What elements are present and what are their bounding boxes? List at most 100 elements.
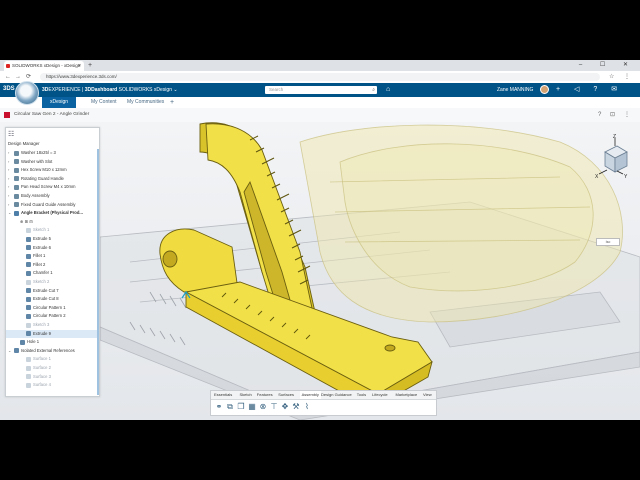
tree-row[interactable]: Chamfer 1	[6, 269, 99, 277]
tree-row[interactable]: Surface 1	[6, 355, 99, 363]
measure-icon[interactable]: ⌇	[303, 402, 311, 411]
tree-row[interactable]: › Rotating Guard Handle	[6, 175, 99, 183]
tree-row-label: Circular Pattern 1	[33, 304, 66, 310]
tab-my-content[interactable]: My Content	[91, 97, 117, 108]
brand-app[interactable]: SOLIDWORKS xDesign ⌄	[117, 87, 178, 93]
tree-row[interactable]: Extrude 9	[6, 329, 99, 338]
tree-row-label: Surface 1	[33, 356, 51, 362]
browser-tab[interactable]: SOLIDWORKS xDesign - xDesign ×	[4, 61, 84, 71]
user-name[interactable]: Zane MANNING	[497, 83, 533, 97]
toolbar-tab-marketplace[interactable]: Marketplace	[395, 391, 417, 399]
compass-icon[interactable]	[15, 81, 39, 105]
menu-icon[interactable]: ⋮	[624, 110, 630, 120]
tree-row-label: Washer with Slot	[21, 158, 53, 164]
search-input[interactable]: Search ⌕	[265, 86, 377, 94]
close-tab-icon[interactable]: ×	[78, 61, 81, 71]
feature-icon	[14, 210, 19, 216]
tree-row[interactable]: ⊕ ⊞ ⊟	[6, 218, 99, 226]
move-icon[interactable]: ✥	[281, 402, 289, 411]
tree-row-label: Sketch 1	[33, 227, 50, 233]
tree-row[interactable]: Sketch 3	[6, 321, 99, 329]
tree-row[interactable]: › Body Assembly	[6, 192, 99, 200]
design-manager-icon[interactable]: ☷	[8, 130, 14, 138]
toolbar-tab-essentials[interactable]: Essentials	[214, 391, 232, 399]
tree-row[interactable]: Fillet 2	[6, 261, 99, 269]
tree-row[interactable]: Hole 1	[6, 338, 99, 346]
tree-row[interactable]: Surface 3	[6, 373, 99, 381]
feature-icon	[14, 348, 19, 354]
chevron-right-icon[interactable]: ›	[8, 183, 9, 191]
feature-icon	[26, 253, 31, 259]
toolbar-tab-lifecycle[interactable]: Lifecycle	[372, 391, 388, 399]
tree-row[interactable]: Extrude 5	[6, 235, 99, 243]
chevron-right-icon[interactable]: ›	[8, 175, 9, 183]
chevron-down-icon[interactable]: ⌄	[8, 347, 11, 355]
feature-icon	[26, 270, 31, 276]
chevron-down-icon[interactable]: ⌄	[8, 209, 11, 217]
toolbar-tab-surfaces[interactable]: Surfaces	[278, 391, 294, 399]
tree-scrollbar[interactable]	[97, 149, 99, 395]
fix-icon[interactable]: ⊤	[270, 402, 278, 411]
view-cube[interactable]: X Y Z	[593, 134, 633, 184]
chevron-right-icon[interactable]: ›	[8, 166, 9, 174]
tree-row[interactable]: › Pan Head Screw M4 x 10mm	[6, 183, 99, 191]
link-icon[interactable]: ⚭	[215, 402, 223, 411]
insert-icon[interactable]: ⧉	[226, 402, 234, 411]
tree-row[interactable]: › Washer 18x25l = 3	[6, 149, 99, 157]
tree-row[interactable]: › Fixed Guard Guide Assembly	[6, 201, 99, 209]
chevron-right-icon[interactable]: ›	[8, 149, 9, 157]
explode-icon[interactable]: ⚒	[292, 402, 300, 411]
toolbar-tab-design-guidance[interactable]: Design Guidance	[321, 391, 352, 399]
mate-icon[interactable]: ⊗	[259, 402, 267, 411]
tab-xdesign[interactable]: xDesign	[42, 97, 77, 108]
tree-row[interactable]: Fillet 1	[6, 252, 99, 260]
toolbar-tab-view[interactable]: View	[423, 391, 432, 399]
tree-row[interactable]: Extrude Cut 7	[6, 287, 99, 295]
app-icon	[4, 112, 10, 118]
tree-row[interactable]: › Hex Screw M10 x 12mm	[6, 166, 99, 174]
toolbar-tab-sketch[interactable]: Sketch	[240, 391, 252, 399]
tree-row[interactable]: Sketch 1	[6, 226, 99, 234]
toolbar-tab-tools[interactable]: Tools	[357, 391, 366, 399]
tree-row[interactable]: Extrude 6	[6, 244, 99, 252]
toolbar-tab-features[interactable]: Features	[257, 391, 273, 399]
tree-row[interactable]: › Washer with Slot	[6, 158, 99, 166]
tree-row[interactable]: ⌄ Isolated External References	[6, 347, 99, 355]
search-icon[interactable]: ⌕	[372, 86, 375, 94]
help-icon[interactable]: ?	[598, 110, 601, 120]
tree-row[interactable]: ⌄ Angle Bracket (Physical Prod...	[6, 209, 99, 217]
add-tab-button[interactable]: +	[170, 97, 174, 108]
address-bar-icons[interactable]: ☆ ⋮	[609, 72, 634, 82]
viewport-3d[interactable]: X Y Z Iso ☷ Design Manager › Washer 18x25…	[0, 122, 640, 420]
tree-row[interactable]: Surface 2	[6, 364, 99, 372]
components-icon[interactable]: ❐	[237, 402, 245, 411]
lock-icon[interactable]: ⊡	[610, 110, 615, 120]
avatar[interactable]	[540, 85, 549, 94]
tree-row[interactable]: Circular Pattern 1	[6, 304, 99, 312]
tree-row[interactable]: Sketch 2	[6, 278, 99, 286]
tab-my-communities[interactable]: My Communities	[127, 97, 164, 108]
tree-row-label: Sketch 2	[33, 279, 50, 284]
tree-row[interactable]: Surface 4	[6, 381, 99, 389]
feature-icon	[14, 150, 19, 156]
window-controls[interactable]: – ☐ ✕	[579, 60, 636, 70]
feature-icon	[26, 296, 31, 302]
chevron-right-icon[interactable]: ›	[8, 158, 9, 166]
back-icon[interactable]: ←	[5, 72, 11, 82]
tree-row-label: Hole 1	[27, 339, 40, 345]
tag-icon[interactable]: ⌂	[386, 83, 390, 97]
tree-row-label: Fixed Guard Guide Assembly	[21, 201, 76, 207]
pattern-icon[interactable]: ▦	[248, 402, 256, 411]
tree-tools: ⊕ ⊞ ⊟	[20, 218, 33, 224]
toolbar-tab-assembly[interactable]: Assembly	[299, 391, 321, 399]
ds-logo: 3DS	[3, 86, 15, 92]
chevron-right-icon[interactable]: ›	[8, 201, 9, 209]
view-orientation-label[interactable]: Iso	[596, 238, 620, 246]
new-tab-button[interactable]: +	[88, 61, 92, 70]
tree-row[interactable]: Extrude Cut 8	[6, 295, 99, 303]
chevron-right-icon[interactable]: ›	[8, 192, 9, 200]
tree-row[interactable]: Circular Pattern 2	[6, 312, 99, 320]
forward-icon[interactable]: →	[15, 72, 21, 82]
top-bar-icons[interactable]: + ◁ ? ✉	[556, 83, 623, 97]
url-input[interactable]: https://www.3dexperience.3ds.com/	[40, 73, 600, 81]
